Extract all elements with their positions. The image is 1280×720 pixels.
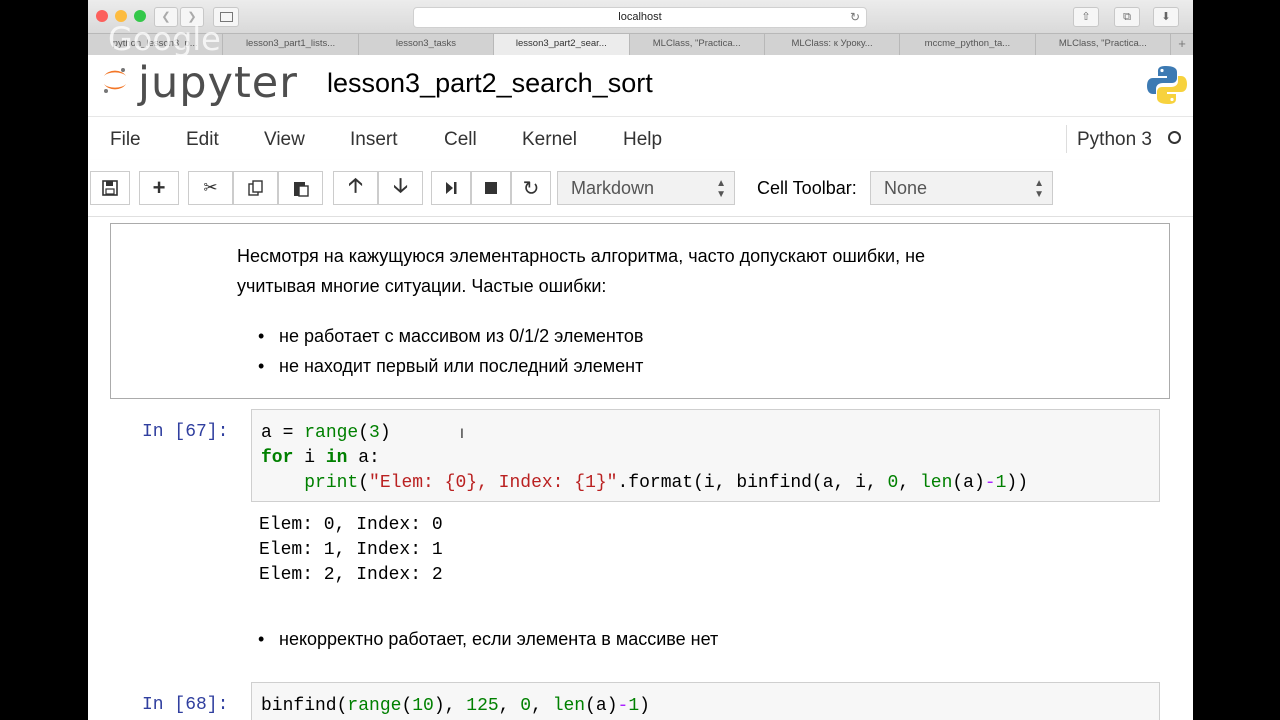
browser-tab[interactable]: MLClass, "Practica... — [630, 34, 765, 55]
menu-edit[interactable]: Edit — [186, 129, 219, 151]
select-arrows-icon: ▲ ▼ — [1034, 178, 1044, 200]
url-text: localhost — [618, 11, 662, 23]
menu-kernel[interactable]: Kernel — [522, 129, 577, 151]
tabs-overview-icon[interactable]: ⧉ — [1114, 7, 1140, 27]
code-line: for i in a: — [261, 448, 380, 468]
code-line: binfind(range(10), 125, 0, len(a)-1) — [261, 696, 650, 716]
browser-tabstrip: python_lesson3_p... lesson3_part1_lists.… — [88, 33, 1193, 56]
browser-tab[interactable]: MLClass, "Practica... — [1036, 34, 1171, 55]
input-prompt: In [67]: — [142, 422, 229, 442]
python-logo-icon — [1147, 66, 1187, 104]
kernel-status-icon — [1168, 131, 1181, 144]
markdown-paragraph-line: Несмотря на кажущуюся элементарность алг… — [237, 246, 926, 266]
menu-insert[interactable]: Insert — [350, 129, 398, 151]
run-step-icon[interactable] — [431, 171, 471, 205]
code-line: print("Elem: {0}, Index: {1}".format(i, … — [304, 473, 1029, 493]
menu-help[interactable]: Help — [623, 129, 662, 151]
notebook-title[interactable]: lesson3_part2_search_sort — [327, 68, 653, 99]
kernel-name: Python 3 — [1077, 129, 1152, 150]
code-cell-editor[interactable]: a = range(3) for i in a: print("Elem: {0… — [251, 409, 1160, 502]
notebook-menubar: File Edit View Insert Cell Kernel Help P… — [88, 116, 1193, 161]
insert-cell-plus-icon[interactable]: + — [139, 171, 179, 205]
markdown-bullet: не находит первый или последний элемент — [258, 356, 643, 377]
cell-toolbar-label: Cell Toolbar: — [757, 178, 857, 198]
select-arrows-icon: ▲ ▼ — [716, 178, 726, 200]
markdown-bullet: некорректно работает, если элемента в ма… — [258, 629, 718, 650]
menu-view[interactable]: View — [264, 129, 305, 151]
code-line: a = range(3) — [261, 423, 391, 443]
new-tab-icon[interactable]: + — [1171, 34, 1193, 55]
jupyter-logo-text[interactable]: jupyter — [138, 58, 298, 108]
cell-type-value: Markdown — [571, 178, 655, 198]
jupyter-logo-icon — [104, 68, 126, 93]
browser-tab[interactable]: lesson3_tasks — [359, 34, 495, 55]
paste-icon[interactable] — [278, 171, 323, 205]
text-cursor-icon: I — [460, 425, 464, 441]
cell-toolbar-select[interactable]: None ▲ ▼ — [870, 171, 1053, 205]
downloads-icon[interactable]: ⬇ — [1153, 7, 1179, 27]
output-line: Elem: 2, Index: 2 — [259, 565, 443, 585]
cut-scissors-icon[interactable]: ✂ — [188, 171, 233, 205]
save-icon[interactable] — [90, 171, 130, 205]
input-prompt: In [68]: — [142, 695, 229, 715]
close-window-button[interactable] — [96, 10, 108, 22]
menu-file[interactable]: File — [110, 129, 141, 151]
browser-window: ❮ ❯ localhost ↻ ⇧ ⧉ ⬇ python_lesson3_p..… — [88, 0, 1193, 720]
output-line: Elem: 0, Index: 0 — [259, 515, 443, 535]
restart-kernel-icon[interactable]: ↻ — [511, 171, 551, 205]
move-up-arrow-icon[interactable]: 🡡 — [333, 171, 378, 205]
output-line: Elem: 1, Index: 1 — [259, 540, 443, 560]
menubar-divider — [1066, 125, 1067, 153]
menu-cell[interactable]: Cell — [444, 129, 477, 151]
copy-icon[interactable] — [233, 171, 278, 205]
share-icon[interactable]: ⇧ — [1073, 7, 1099, 27]
browser-tab-active[interactable]: lesson3_part2_sear... — [494, 34, 630, 55]
markdown-paragraph-line: учитывая многие ситуации. Частые ошибки: — [237, 276, 607, 296]
browser-titlebar: ❮ ❯ localhost ↻ ⇧ ⧉ ⬇ — [88, 0, 1193, 33]
address-bar[interactable]: localhost ↻ — [413, 7, 867, 28]
cell-toolbar-value: None — [884, 178, 928, 198]
browser-tab[interactable]: MLClass: к Уроку... — [765, 34, 901, 55]
code-cell-editor[interactable]: binfind(range(10), 125, 0, len(a)-1) — [251, 682, 1160, 720]
notebook-toolbar: + ✂ 🡡 🡣 ↻ Markdown ▲ ▼ Cell Toolbar: None… — [88, 160, 1193, 217]
reload-icon[interactable]: ↻ — [850, 8, 860, 27]
cell-type-select[interactable]: Markdown ▲ ▼ — [557, 171, 735, 205]
stop-square-icon[interactable] — [471, 171, 511, 205]
browser-tab[interactable]: lesson3_part1_lists... — [223, 34, 359, 55]
browser-tab[interactable]: mccme_python_ta... — [900, 34, 1036, 55]
notebook-area[interactable]: Несмотря на кажущуюся элементарность алг… — [88, 217, 1193, 720]
markdown-bullet: не работает с массивом из 0/1/2 элементо… — [258, 326, 643, 347]
move-down-arrow-icon[interactable]: 🡣 — [378, 171, 423, 205]
google-watermark: Google — [108, 20, 221, 58]
